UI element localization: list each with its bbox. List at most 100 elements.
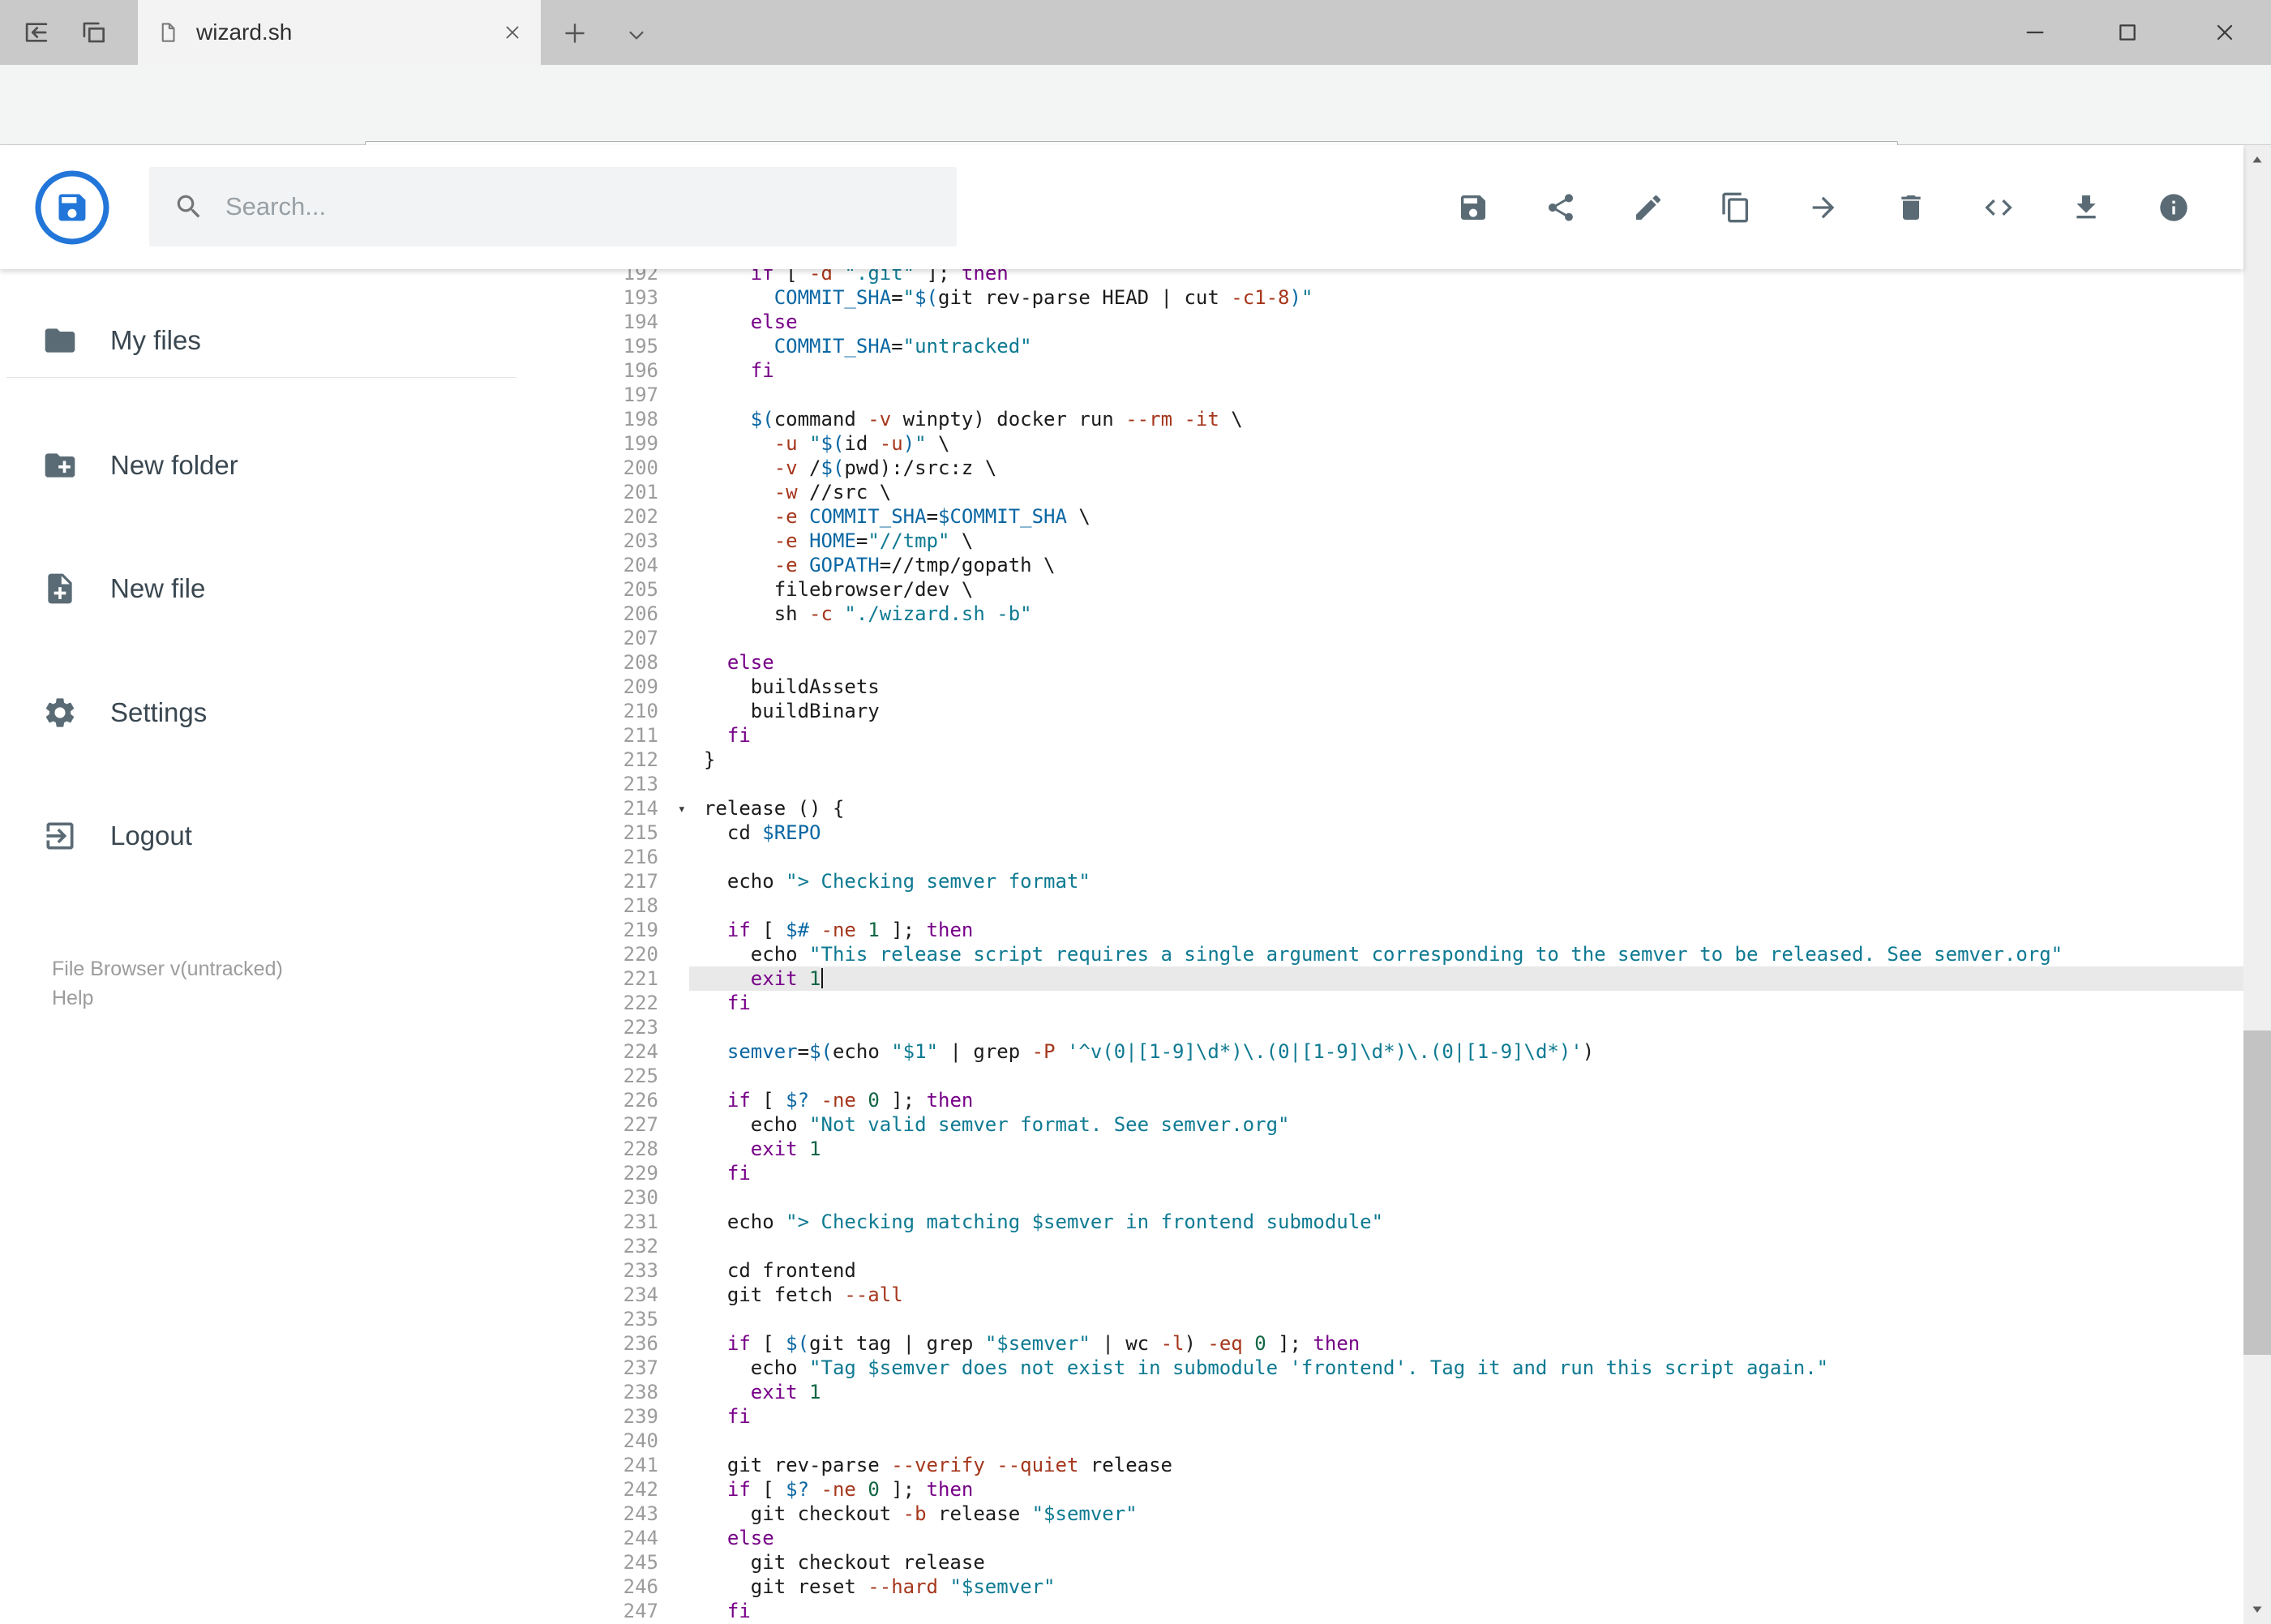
code-line-222[interactable]: 222 fi — [523, 991, 2243, 1015]
browser-tab[interactable]: wizard.sh — [138, 0, 541, 65]
code-line-231[interactable]: 231 echo "> Checking matching $semver in… — [523, 1210, 2243, 1234]
help-link[interactable]: Help — [52, 983, 283, 1013]
code-line-233[interactable]: 233 cd frontend — [523, 1258, 2243, 1283]
code-line-197[interactable]: 197 — [523, 383, 2243, 407]
code-line-196[interactable]: 196 fi — [523, 358, 2243, 383]
code-text[interactable]: git fetch --all — [689, 1283, 2243, 1307]
move-button[interactable] — [1807, 191, 1840, 224]
scroll-down-icon[interactable] — [2243, 1595, 2271, 1624]
code-line-209[interactable]: 209 buildAssets — [523, 675, 2243, 699]
code-editor[interactable]: 192 if [ -d ".git" ]; then 193 COMMIT_SHA… — [523, 269, 2243, 1624]
code-line-240[interactable]: 240 — [523, 1429, 2243, 1453]
code-text[interactable]: echo "Tag $semver does not exist in subm… — [689, 1356, 2243, 1380]
download-button[interactable] — [2070, 191, 2102, 224]
code-line-235[interactable]: 235 — [523, 1307, 2243, 1331]
code-text[interactable] — [689, 383, 2243, 407]
tab-preview-chevron-icon[interactable] — [624, 23, 649, 47]
code-text[interactable]: fi — [689, 991, 2243, 1015]
code-line-215[interactable]: 215 cd $REPO — [523, 821, 2243, 845]
copy-button[interactable] — [1720, 191, 1752, 224]
code-line-213[interactable]: 213 — [523, 772, 2243, 796]
code-line-212[interactable]: 212} — [523, 748, 2243, 772]
code-text[interactable]: cd frontend — [689, 1258, 2243, 1283]
code-line-247[interactable]: 247 fi — [523, 1599, 2243, 1623]
code-line-236[interactable]: 236 if [ $(git tag | grep "$semver" | wc… — [523, 1331, 2243, 1356]
window-minimize-button[interactable] — [2022, 19, 2048, 45]
code-line-201[interactable]: 201 -w //src \ — [523, 480, 2243, 504]
new-tab-icon[interactable] — [561, 19, 589, 47]
code-line-221[interactable]: 221 exit 1 — [523, 966, 2243, 991]
code-line-245[interactable]: 245 git checkout release — [523, 1550, 2243, 1575]
code-text[interactable]: -e HOME="//tmp" \ — [689, 529, 2243, 553]
code-text[interactable]: -w //src \ — [689, 480, 2243, 504]
code-line-228[interactable]: 228 exit 1 — [523, 1137, 2243, 1161]
code-text[interactable]: echo "> Checking semver format" — [689, 869, 2243, 893]
code-line-243[interactable]: 243 git checkout -b release "$semver" — [523, 1502, 2243, 1526]
share-button[interactable] — [1545, 191, 1577, 224]
code-line-204[interactable]: 204 -e GOPATH=//tmp/gopath \ — [523, 553, 2243, 577]
code-line-198[interactable]: 198 $(command -v winpty) docker run --rm… — [523, 407, 2243, 431]
code-line-226[interactable]: 226 if [ $? -ne 0 ]; then — [523, 1088, 2243, 1112]
set-tabs-aside-icon[interactable] — [21, 17, 52, 48]
code-text[interactable]: } — [689, 748, 2243, 772]
code-line-241[interactable]: 241 git rev-parse --verify --quiet relea… — [523, 1453, 2243, 1477]
sidebar-item-logout[interactable]: Logout — [0, 799, 523, 872]
code-line-244[interactable]: 244 else — [523, 1526, 2243, 1550]
sidebar-item-new-folder[interactable]: New folder — [0, 429, 523, 502]
code-line-220[interactable]: 220 echo "This release script requires a… — [523, 942, 2243, 966]
code-text[interactable]: if [ $? -ne 0 ]; then — [689, 1477, 2243, 1502]
code-text[interactable]: -e COMMIT_SHA=$COMMIT_SHA \ — [689, 504, 2243, 529]
code-line-237[interactable]: 237 echo "Tag $semver does not exist in … — [523, 1356, 2243, 1380]
code-text[interactable]: echo "> Checking matching $semver in fro… — [689, 1210, 2243, 1234]
window-close-button[interactable] — [2212, 19, 2238, 45]
code-text[interactable] — [689, 845, 2243, 869]
code-text[interactable] — [689, 772, 2243, 796]
code-text[interactable]: filebrowser/dev \ — [689, 577, 2243, 602]
code-line-223[interactable]: 223 — [523, 1015, 2243, 1039]
code-text[interactable] — [689, 1064, 2243, 1088]
code-text[interactable] — [689, 1307, 2243, 1331]
raw-view-button[interactable] — [1982, 191, 2015, 224]
code-line-217[interactable]: 217 echo "> Checking semver format" — [523, 869, 2243, 893]
code-text[interactable]: fi — [689, 358, 2243, 383]
code-text[interactable] — [689, 1015, 2243, 1039]
scroll-up-icon[interactable] — [2243, 145, 2271, 174]
code-line-234[interactable]: 234 git fetch --all — [523, 1283, 2243, 1307]
fold-marker-icon[interactable]: ▾ — [678, 797, 686, 821]
code-text[interactable] — [689, 1185, 2243, 1210]
code-text[interactable] — [689, 1429, 2243, 1453]
code-line-232[interactable]: 232 — [523, 1234, 2243, 1258]
code-line-199[interactable]: 199 -u "$(id -u)" \ — [523, 431, 2243, 456]
code-text[interactable]: -u "$(id -u)" \ — [689, 431, 2243, 456]
info-button[interactable] — [2157, 191, 2190, 224]
code-line-206[interactable]: 206 sh -c "./wizard.sh -b" — [523, 602, 2243, 626]
code-line-216[interactable]: 216 — [523, 845, 2243, 869]
code-text[interactable]: exit 1 — [689, 1137, 2243, 1161]
code-text[interactable]: git checkout release — [689, 1550, 2243, 1575]
code-text[interactable]: exit 1 — [689, 966, 2243, 991]
save-button[interactable] — [1457, 191, 1489, 224]
search-input[interactable] — [224, 191, 892, 222]
code-line-239[interactable]: 239 fi — [523, 1404, 2243, 1429]
code-text[interactable]: fi — [689, 1599, 2243, 1623]
code-line-219[interactable]: 219 if [ $# -ne 1 ]; then — [523, 918, 2243, 942]
code-text[interactable]: COMMIT_SHA="$(git rev-parse HEAD | cut -… — [689, 285, 2243, 310]
code-text[interactable]: fi — [689, 1404, 2243, 1429]
code-line-242[interactable]: 242 if [ $? -ne 0 ]; then — [523, 1477, 2243, 1502]
filebrowser-logo[interactable] — [33, 169, 111, 246]
code-text[interactable]: cd $REPO — [689, 821, 2243, 845]
code-line-211[interactable]: 211 fi — [523, 723, 2243, 748]
code-text[interactable]: fi — [689, 723, 2243, 748]
code-line-246[interactable]: 246 git reset --hard "$semver" — [523, 1575, 2243, 1599]
code-text[interactable]: -e GOPATH=//tmp/gopath \ — [689, 553, 2243, 577]
code-text[interactable] — [689, 626, 2243, 650]
code-text[interactable]: else — [689, 650, 2243, 675]
code-line-202[interactable]: 202 -e COMMIT_SHA=$COMMIT_SHA \ — [523, 504, 2243, 529]
code-line-194[interactable]: 194 else — [523, 310, 2243, 334]
code-text[interactable]: if [ $? -ne 0 ]; then — [689, 1088, 2243, 1112]
code-line-200[interactable]: 200 -v /$(pwd):/src:z \ — [523, 456, 2243, 480]
code-text[interactable]: COMMIT_SHA="untracked" — [689, 334, 2243, 358]
code-text[interactable]: else — [689, 1526, 2243, 1550]
rename-button[interactable] — [1632, 191, 1665, 224]
code-text[interactable]: git checkout -b release "$semver" — [689, 1502, 2243, 1526]
